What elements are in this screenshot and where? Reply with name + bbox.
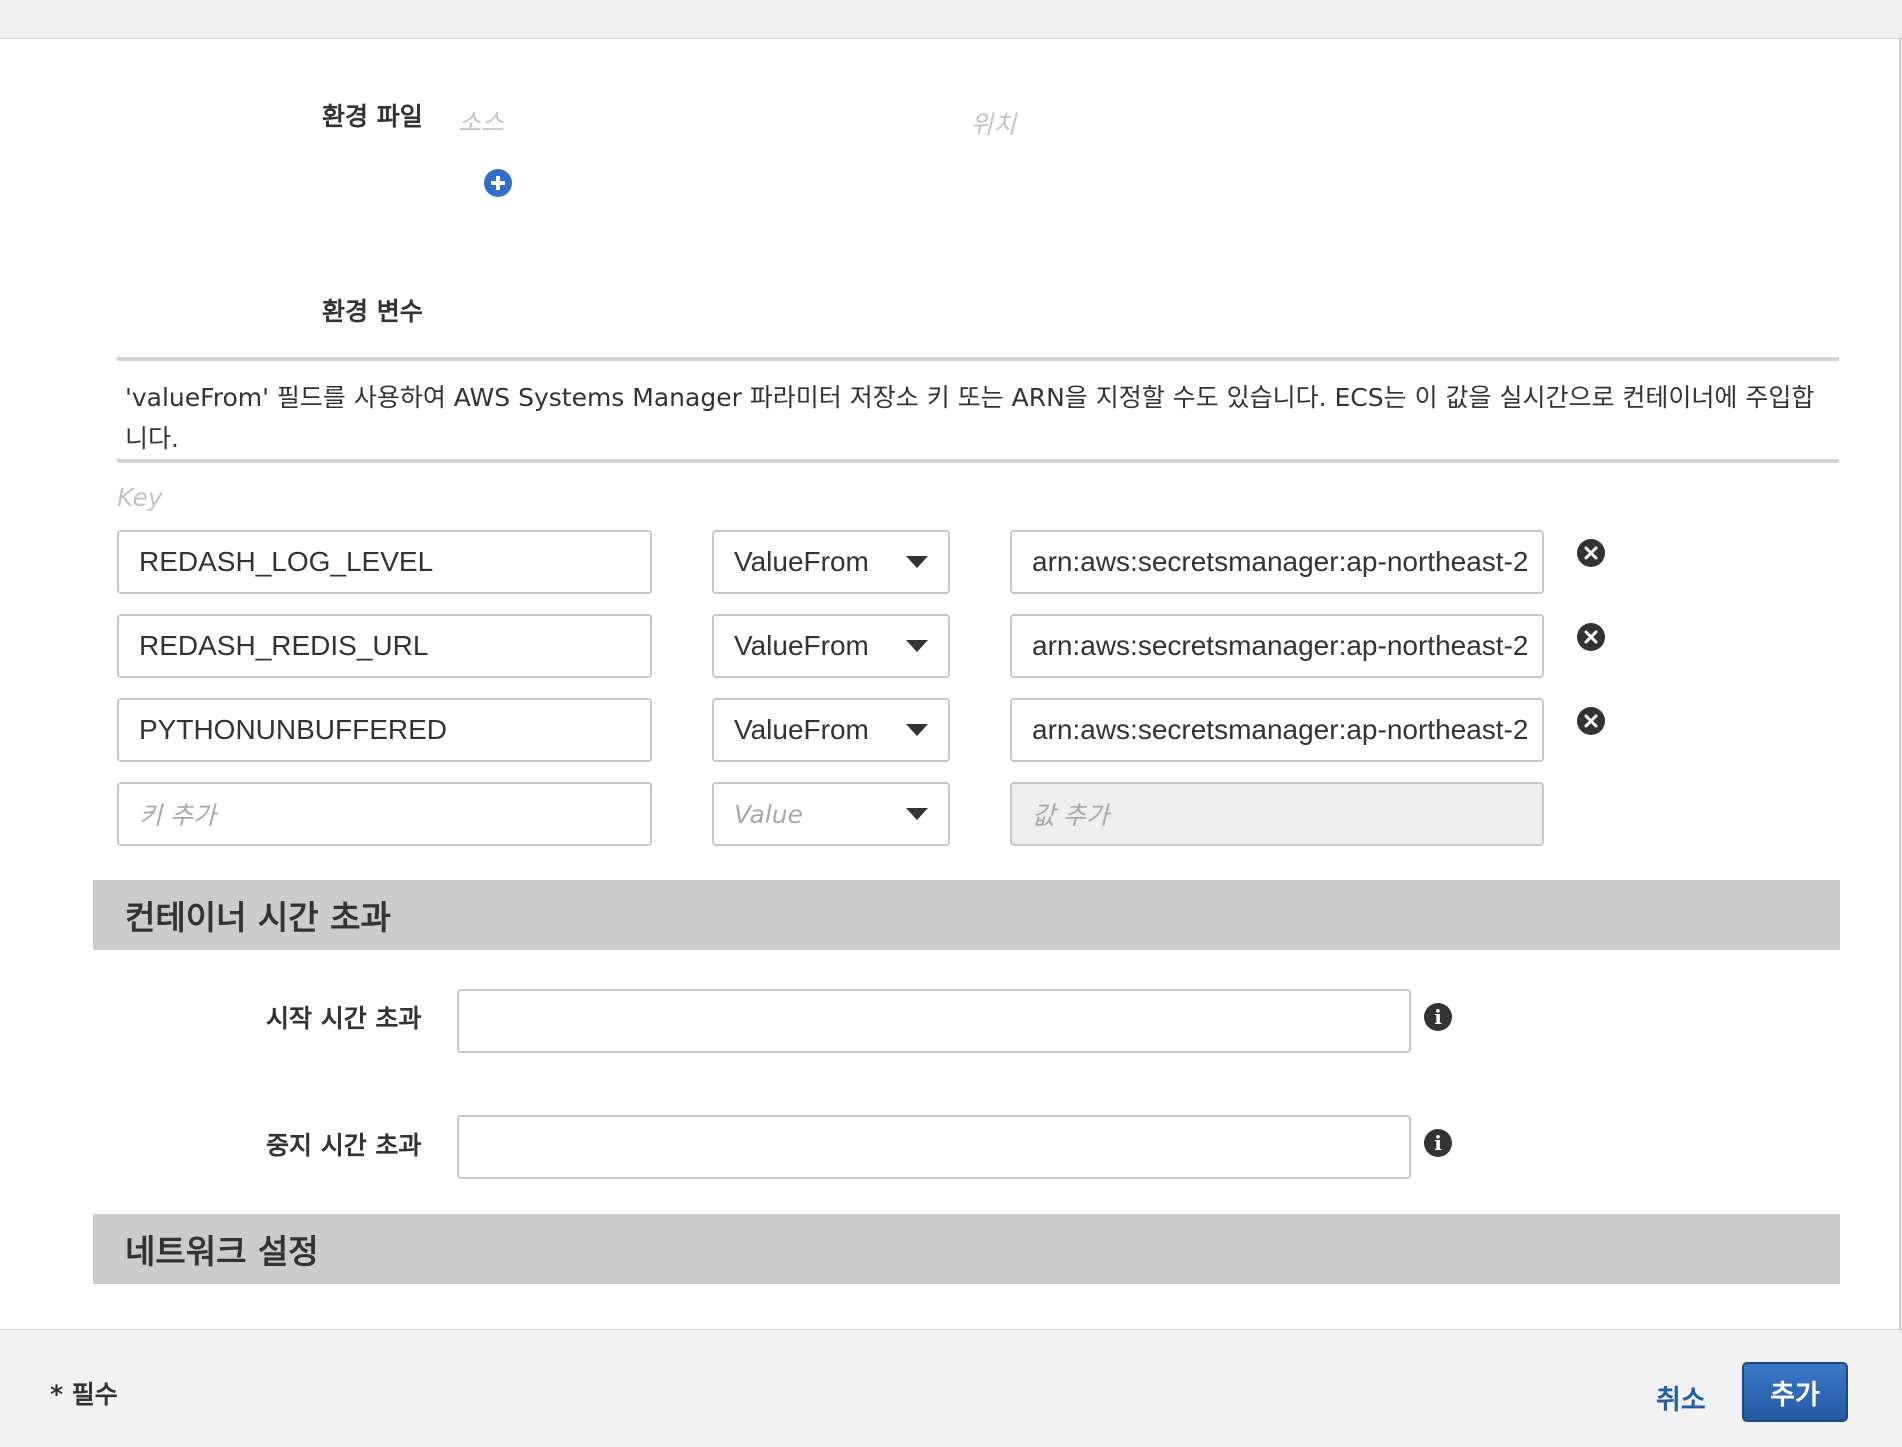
plus-icon (491, 176, 505, 190)
top-strip (0, 0, 1902, 39)
cancel-button[interactable]: 취소 (1656, 1378, 1706, 1417)
env-vars-label: 환경 변수 (322, 297, 423, 326)
remove-env-row-button[interactable] (1577, 623, 1605, 651)
env-type-value: ValueFrom (734, 714, 869, 745)
env-value-input[interactable]: arn:aws:secretsmanager:ap-northeast-2 (1010, 698, 1544, 762)
env-value-input[interactable]: arn:aws:secretsmanager:ap-northeast-2 (1010, 614, 1544, 678)
new-env-type-value: Value (734, 799, 803, 829)
add-button[interactable]: 추가 (1742, 1362, 1848, 1422)
new-env-value-input: 값 추가 (1010, 782, 1544, 846)
chevron-down-icon (906, 640, 928, 652)
env-type-select[interactable]: ValueFrom (712, 614, 950, 678)
env-files-location-header: 위치 (970, 110, 1017, 139)
env-type-value: ValueFrom (734, 546, 869, 577)
env-files-label: 환경 파일 (322, 102, 423, 131)
add-container-modal: 환경 파일 소스 위치 환경 변수 'valueFrom' 필드를 사용하여 A… (0, 39, 1901, 1329)
env-key-input[interactable]: PYTHONUNBUFFERED (117, 698, 652, 762)
chevron-down-icon (906, 724, 928, 736)
start-timeout-label: 시작 시간 초과 (266, 1004, 422, 1033)
info-icon[interactable]: i (1424, 1129, 1452, 1157)
modal-footer: * 필수 취소 추가 (0, 1329, 1902, 1447)
container-timeouts-header: 컨테이너 시간 초과 (93, 880, 1840, 950)
env-files-source-header: 소스 (458, 108, 505, 137)
new-env-type-select[interactable]: Value (712, 782, 950, 846)
key-column-header: Key (117, 483, 163, 512)
close-icon (1584, 714, 1598, 728)
env-type-select[interactable]: ValueFrom (712, 530, 950, 594)
new-env-key-input[interactable]: 키 추가 (117, 782, 652, 846)
info-icon[interactable]: i (1424, 1003, 1452, 1031)
close-icon (1584, 630, 1598, 644)
required-note: * 필수 (50, 1380, 118, 1409)
env-type-select[interactable]: ValueFrom (712, 698, 950, 762)
start-timeout-input[interactable] (457, 989, 1411, 1053)
remove-env-row-button[interactable] (1577, 707, 1605, 735)
chevron-down-icon (906, 808, 928, 820)
env-key-input[interactable]: REDASH_REDIS_URL (117, 614, 652, 678)
env-type-value: ValueFrom (734, 630, 869, 661)
network-settings-header: 네트워크 설정 (93, 1214, 1840, 1284)
env-key-input[interactable]: REDASH_LOG_LEVEL (117, 530, 652, 594)
stop-timeout-label: 중지 시간 초과 (266, 1131, 422, 1160)
env-value-input[interactable]: arn:aws:secretsmanager:ap-northeast-2 (1010, 530, 1544, 594)
value-from-note: 'valueFrom' 필드를 사용하여 AWS Systems Manager… (117, 357, 1839, 463)
stop-timeout-input[interactable] (457, 1115, 1411, 1179)
chevron-down-icon (906, 556, 928, 568)
remove-env-row-button[interactable] (1577, 539, 1605, 567)
add-env-file-button[interactable] (484, 169, 512, 197)
close-icon (1584, 546, 1598, 560)
